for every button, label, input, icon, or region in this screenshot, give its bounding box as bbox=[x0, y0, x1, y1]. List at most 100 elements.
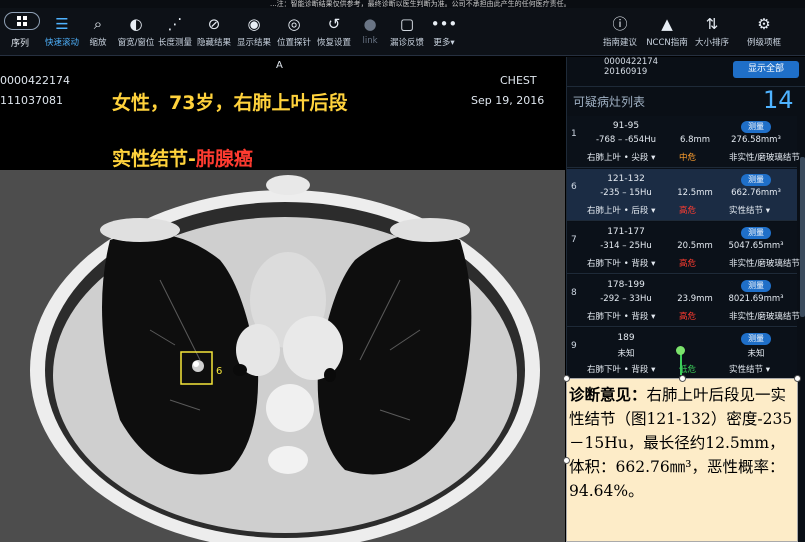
modality-label: CHEST bbox=[500, 74, 537, 87]
tool-info[interactable]: ⓘ 指南建议 bbox=[598, 12, 642, 54]
diagnosis-text: 诊断意见：右肺上叶后段见一实性结节（图121-132）密度-235－15Hu，最… bbox=[569, 383, 797, 503]
tool-label: 位置探针 bbox=[276, 38, 311, 48]
slice-range: 189 bbox=[617, 333, 635, 343]
patient-id: 0000422174 bbox=[0, 74, 70, 87]
grid-icon[interactable] bbox=[4, 12, 40, 30]
diagnosis-label: 诊断意见： bbox=[569, 386, 647, 404]
lesion-row[interactable]: 6 121-132 -235 – 15Hu 12.5mm 662.76mm³ 测量 右肺上叶… bbox=[567, 169, 797, 221]
measure-button[interactable]: 测量 bbox=[741, 227, 771, 239]
tool-gear[interactable]: ⚙ 例级项框 bbox=[742, 12, 786, 54]
rotate-handle[interactable] bbox=[676, 346, 685, 355]
tool-label: 更多▾ bbox=[433, 38, 455, 48]
volume: 未知 bbox=[747, 349, 765, 359]
lesion-list-scrollbar[interactable] bbox=[800, 157, 805, 317]
tool-label: 窗宽/窗位 bbox=[117, 38, 155, 48]
orientation-label: A bbox=[276, 60, 283, 71]
caption-diagnosis: 实性结节-肺腺癌 bbox=[112, 144, 253, 171]
contrast-icon: ◐ bbox=[129, 15, 143, 33]
tool-graduation-cap[interactable]: ▲ NCCN指南 bbox=[645, 12, 689, 54]
risk-level: 中危 bbox=[679, 153, 697, 163]
diameter: 12.5mm bbox=[677, 188, 713, 198]
info-icon: ⓘ bbox=[612, 15, 628, 33]
volume: 276.58mm³ bbox=[731, 135, 781, 145]
tool-label: 指南建议 bbox=[602, 38, 637, 48]
toolbar: 序列 ☰ 快速滚动 ⌕ 缩放 ◐ 窗宽/窗位 ⋰ 长度测量 ⊘ 隐藏结果 ◉ 显示结果 ◎ 位置探针 ↺ 恢复… bbox=[0, 8, 805, 56]
density-range: 未知 bbox=[617, 349, 635, 359]
tool-label: 大小排序 bbox=[694, 38, 729, 48]
nodule-type-select[interactable]: 非实性/磨玻璃结节 bbox=[729, 151, 800, 163]
tool-label: 隐藏结果 bbox=[196, 38, 231, 48]
sort-icon: ⇅ bbox=[705, 15, 719, 33]
lesion-number: 7 bbox=[571, 235, 577, 245]
volume: 5047.65mm³ bbox=[728, 241, 784, 251]
resize-handle[interactable] bbox=[563, 375, 570, 382]
location-select[interactable]: 右肺下叶 • 背段 ▾ bbox=[587, 257, 655, 269]
top-disclaimer: ...注：智能诊断结果仅供参考，最终诊断以医生判断为准。公司不承担由此产生的任何… bbox=[0, 0, 805, 8]
measure-button[interactable]: 测量 bbox=[741, 280, 771, 292]
density-range: -768 – -654Hu bbox=[595, 135, 656, 145]
lesion-number: 1 bbox=[571, 129, 577, 139]
lesion-row[interactable]: 8 178-199 -292 – 33Hu 23.9mm 8021.69mm³ 测量右肺下… bbox=[567, 275, 800, 327]
sequence-tool[interactable]: 序列 bbox=[0, 8, 42, 56]
lesion-number: 9 bbox=[571, 341, 577, 351]
tool-contrast[interactable]: ◐ 窗宽/窗位 bbox=[114, 12, 158, 54]
lesion-marker-label: 6 bbox=[216, 366, 223, 377]
location-select[interactable]: 右肺下叶 • 背段 ▾ bbox=[587, 310, 655, 322]
diameter: 6.8mm bbox=[679, 135, 711, 145]
density-range: -292 – 33Hu bbox=[600, 294, 652, 304]
panel-study-date: 20160919 bbox=[604, 67, 648, 77]
slice-range: 91-95 bbox=[612, 121, 640, 131]
nodule-type-select[interactable]: 实性结节 ▾ bbox=[729, 204, 770, 216]
measure-button[interactable]: 测量 bbox=[741, 121, 771, 133]
nodule-type-select[interactable]: 非实性/磨玻璃结节 bbox=[729, 257, 800, 269]
nodule-type-select[interactable]: 实性结节 ▾ bbox=[729, 363, 770, 375]
lesion-list-title: 可疑病灶列表 bbox=[573, 95, 646, 109]
tool-ruler[interactable]: ⋰ 长度测量 bbox=[153, 12, 197, 54]
lesion-row[interactable]: 7 171-177 -314 – 25Hu 20.5mm 5047.65mm³ 测量 右肺下… bbox=[567, 222, 800, 274]
tool-eye-off[interactable]: ⊘ 隐藏结果 bbox=[192, 12, 236, 54]
target-icon: ◎ bbox=[287, 15, 301, 33]
panel-patient-id: 0000422174 bbox=[604, 57, 659, 67]
diameter: 23.9mm bbox=[677, 294, 713, 304]
nodule-type-select[interactable]: 非实性/磨玻璃结节 bbox=[729, 310, 800, 322]
resize-handle[interactable] bbox=[794, 375, 801, 382]
eye-icon: ◉ bbox=[247, 15, 261, 33]
graduation-cap-icon: ▲ bbox=[661, 15, 673, 33]
sequence-label: 序列 bbox=[10, 39, 29, 49]
caption-nodule-type: 实性结节- bbox=[112, 148, 196, 170]
lesion-number: 6 bbox=[571, 182, 577, 192]
show-all-button[interactable]: 显示全部 bbox=[733, 61, 799, 78]
resize-handle[interactable] bbox=[563, 457, 570, 464]
caption-cancer-type: 肺腺癌 bbox=[195, 148, 253, 170]
volume: 8021.69mm³ bbox=[728, 294, 784, 304]
location-select[interactable]: 右肺上叶 • 尖段 ▾ bbox=[587, 151, 655, 163]
panel-patient-info: 0000422174 20160919 bbox=[604, 57, 658, 77]
diameter: 20.5mm bbox=[677, 241, 713, 251]
tool-label: 例级项框 bbox=[746, 38, 781, 48]
tool-sort[interactable]: ⇅ 大小排序 bbox=[690, 12, 734, 54]
tool-eye[interactable]: ◉ 显示结果 bbox=[232, 12, 276, 54]
lesion-row[interactable]: 1 91-95 -768 – -654Hu 6.8mm 276.58mm³ 测量右肺上叶 … bbox=[567, 116, 800, 168]
lesion-count: 14 bbox=[763, 86, 794, 114]
more-icon: ••• bbox=[430, 15, 458, 33]
ct-image[interactable] bbox=[0, 170, 565, 542]
accession-number: 111037081 bbox=[0, 94, 63, 107]
location-select[interactable]: 右肺下叶 • 背段 ▾ bbox=[587, 363, 655, 375]
measure-button[interactable]: 测量 bbox=[741, 174, 771, 186]
location-select[interactable]: 右肺上叶 • 后段 ▾ bbox=[587, 204, 655, 216]
tool-label: NCCN指南 bbox=[646, 38, 688, 48]
measure-button[interactable]: 测量 bbox=[741, 333, 771, 345]
eye-off-icon: ⊘ bbox=[207, 15, 221, 33]
slice-range: 121-132 bbox=[607, 174, 645, 184]
resize-handle[interactable] bbox=[679, 375, 686, 382]
tool-label: 显示结果 bbox=[236, 38, 271, 48]
risk-level: 高危 bbox=[679, 259, 697, 269]
tool-label: 长度测量 bbox=[157, 38, 192, 48]
risk-level: 高危 bbox=[679, 312, 697, 322]
ct-viewer[interactable]: A 0000422174 111037081 CHEST Sep 19, 201… bbox=[0, 57, 565, 542]
density-range: -235 – 15Hu bbox=[600, 188, 652, 198]
slice-range: 178-199 bbox=[607, 280, 645, 290]
lesion-number: 8 bbox=[571, 288, 577, 298]
tool-more[interactable]: ••• 更多▾ bbox=[422, 12, 466, 54]
tool-target[interactable]: ◎ 位置探针 bbox=[272, 12, 316, 54]
